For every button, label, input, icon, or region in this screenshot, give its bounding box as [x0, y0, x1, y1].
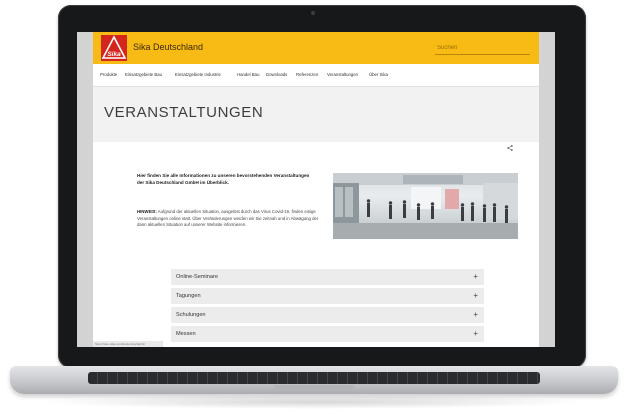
accordion-online-seminare[interactable]: Online-Seminare + [171, 269, 484, 285]
share-icon[interactable] [507, 145, 513, 151]
lid-notch [274, 385, 354, 390]
accordion-label: Tagungen [176, 293, 201, 299]
nav-einsatzgebiete-bau[interactable]: Einsatzgebiete Bau [125, 72, 162, 77]
expand-plus-icon[interactable]: + [473, 310, 478, 319]
nav-produkte[interactable]: Produkte [100, 72, 117, 77]
keyboard [88, 372, 540, 384]
main-navigation: Produkte Einsatzgebiete Bau Einsatzgebie… [93, 64, 539, 87]
event-hall-photo [333, 173, 518, 239]
webcam [311, 11, 315, 15]
accordion-tagungen[interactable]: Tagungen + [171, 288, 484, 304]
notice-label: HINWEIS: [137, 209, 157, 214]
notice-text: HINWEIS: Aufgrund der aktuellen Situatio… [137, 209, 319, 229]
laptop-screen: Sika Sika Deutschland Produkte Einsatzge… [77, 32, 555, 347]
expand-plus-icon[interactable]: + [473, 272, 478, 281]
page-title: VERANSTALTUNGEN [104, 104, 264, 121]
intro-text: Hier finden Sie alle Informationen zu un… [137, 173, 310, 185]
sika-logo[interactable]: Sika [101, 35, 127, 61]
nav-ueber-sika[interactable]: Über Sika [369, 72, 388, 77]
expand-plus-icon[interactable]: + [473, 291, 478, 300]
notice-body: Aufgrund der aktuellen Situation, ausgel… [137, 209, 319, 228]
logo-triangle-icon: Sika [101, 35, 127, 59]
browser-status-url: https://deu.sika.com/de/service/fachin [93, 341, 163, 347]
search-input[interactable] [435, 41, 530, 55]
accordion-messen[interactable]: Messen + [171, 326, 484, 342]
nav-referenzen[interactable]: Referenzen [296, 72, 318, 77]
laptop-shadow [40, 395, 588, 409]
accordion-label: Messen [176, 331, 196, 337]
expand-plus-icon[interactable]: + [473, 329, 478, 338]
event-photo-illustration [333, 173, 518, 239]
accordion-label: Schulungen [176, 312, 206, 318]
accordion-schulungen[interactable]: Schulungen + [171, 307, 484, 323]
website: Sika Sika Deutschland Produkte Einsatzge… [93, 32, 539, 347]
brand-name[interactable]: Sika Deutschland [133, 42, 203, 52]
nav-downloads[interactable]: Downloads [266, 72, 287, 77]
site-header: Sika Sika Deutschland [93, 32, 539, 64]
nav-handel-bau[interactable]: Handel Bau [237, 72, 259, 77]
page-hero: VERANSTALTUNGEN [93, 87, 539, 142]
nav-veranstaltungen[interactable]: Veranstaltungen [327, 72, 358, 77]
logo-text: Sika [107, 51, 121, 58]
accordion-label: Online-Seminare [176, 274, 218, 280]
nav-einsatzgebiete-industrie[interactable]: Einsatzgebiete Industrie [175, 72, 221, 77]
